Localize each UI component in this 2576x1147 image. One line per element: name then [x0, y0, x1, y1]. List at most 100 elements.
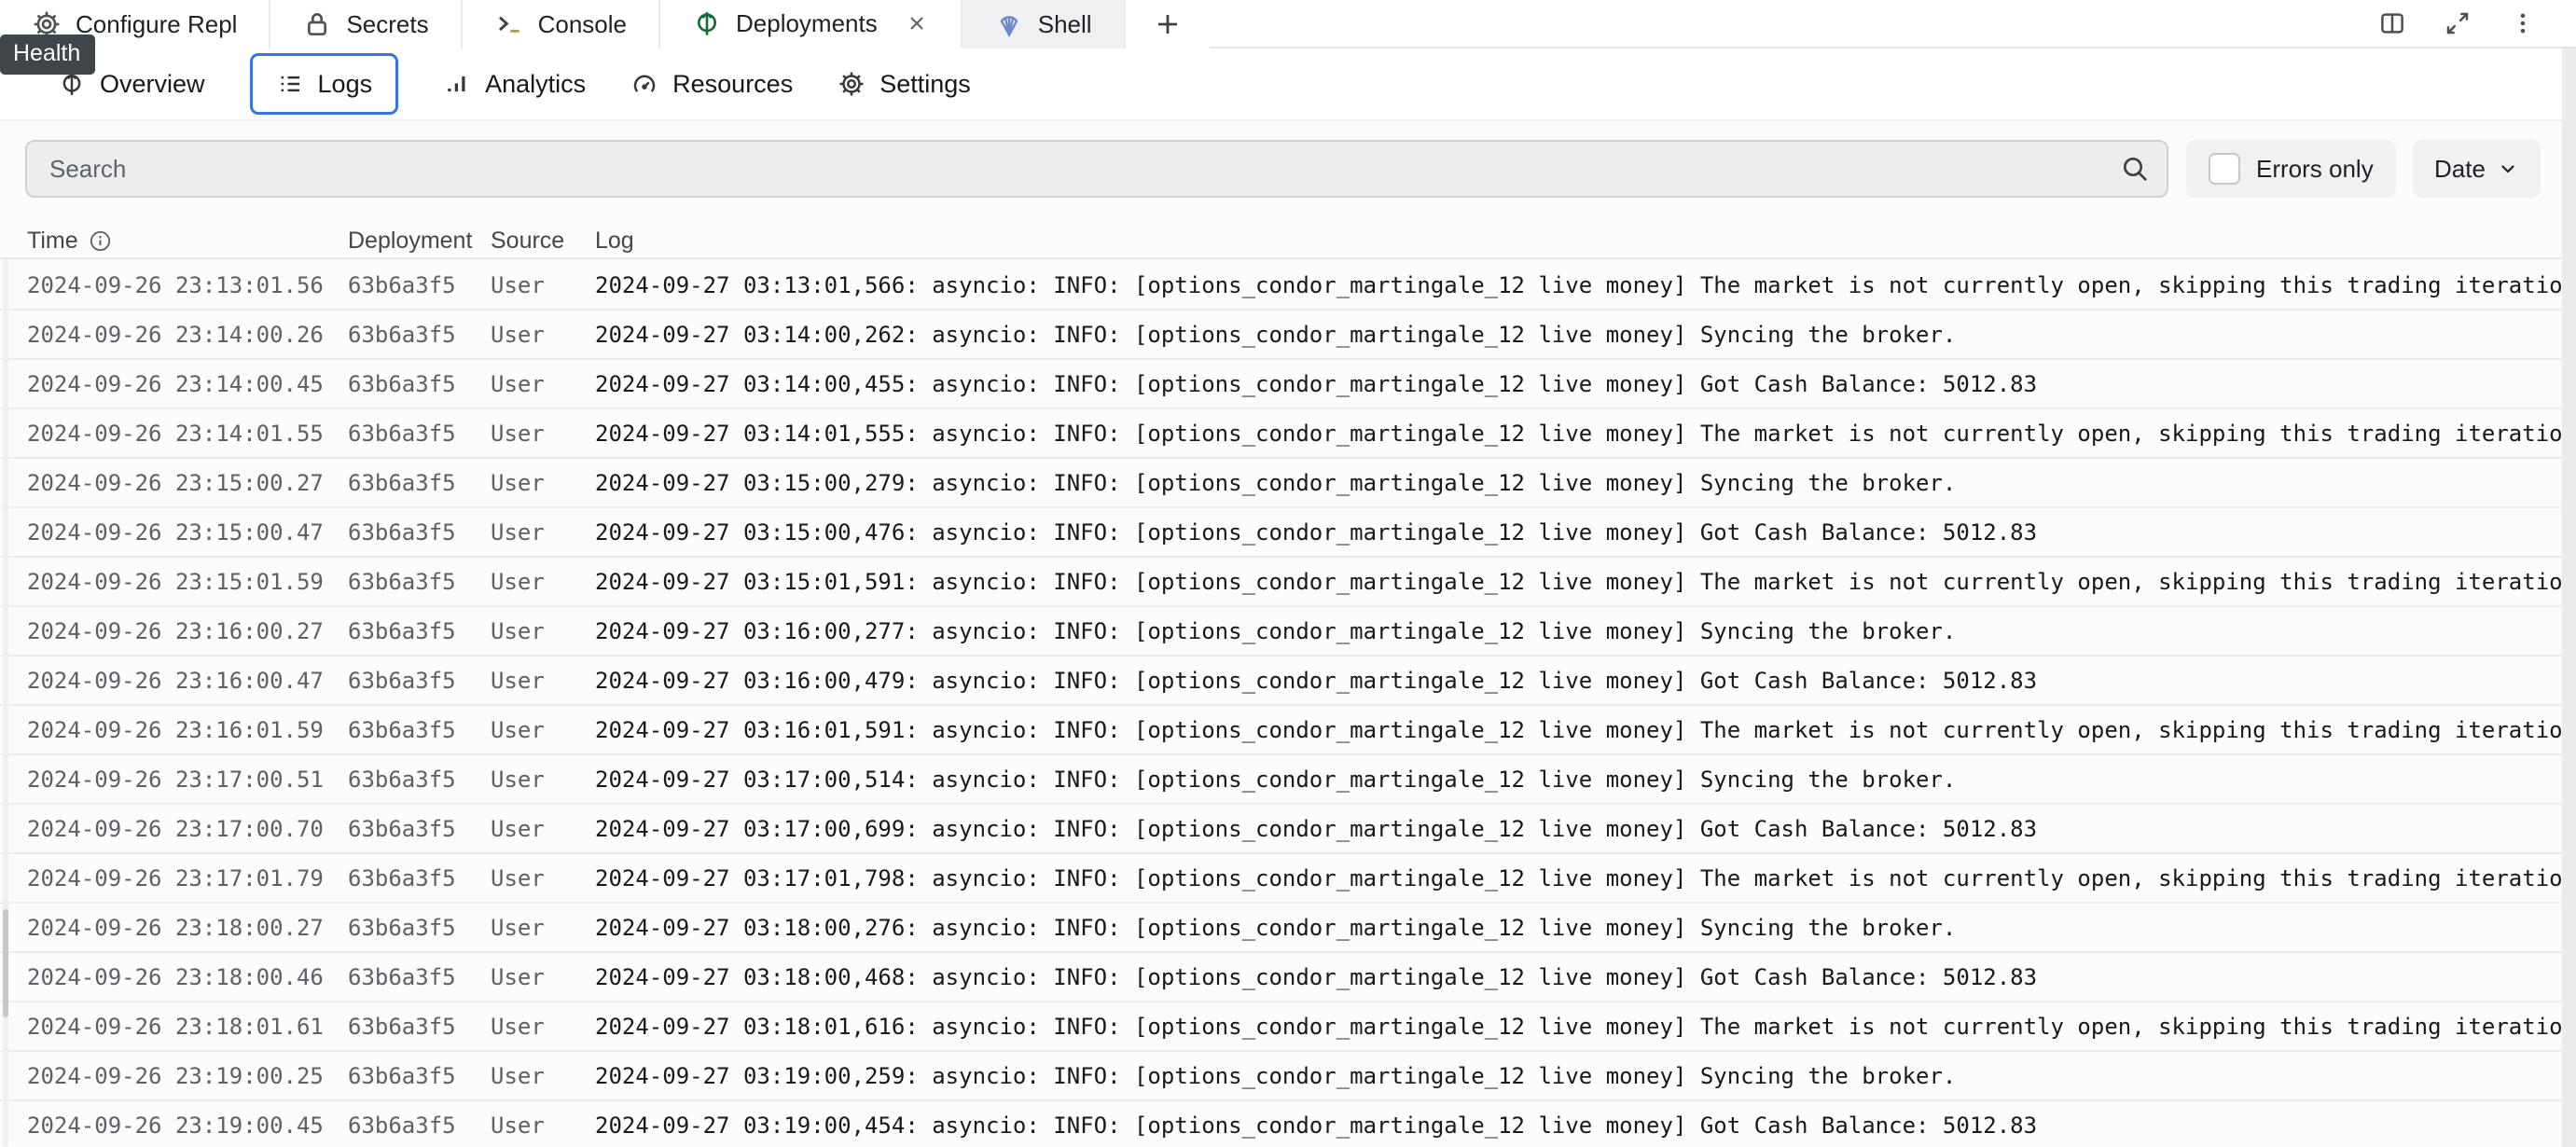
left-scrollbar-thumb[interactable]	[3, 909, 8, 1017]
log-message: 2024-09-27 03:17:00,514: asyncio: INFO: …	[595, 766, 1957, 793]
table-row[interactable]: 2024-09-26 23:18:01.61 63b6a3f5 User 202…	[0, 1002, 2576, 1052]
tab-bar-spacer	[1210, 0, 2339, 47]
table-row[interactable]: 2024-09-26 23:17:00.70 63b6a3f5 User 202…	[0, 805, 2576, 854]
expand-icon[interactable]	[2444, 9, 2472, 37]
nav-label: Resources	[672, 69, 794, 98]
log-source: User	[491, 321, 545, 348]
log-source: User	[491, 716, 545, 743]
log-source: User	[491, 617, 545, 644]
log-source: User	[491, 864, 545, 891]
log-source: User	[491, 1062, 545, 1089]
tab-shell[interactable]: Shell	[962, 0, 1126, 48]
errors-only-filter[interactable]: Errors only	[2186, 140, 2396, 198]
log-time: 2024-09-26 23:19:00.25	[27, 1062, 324, 1089]
log-deployment: 63b6a3f5	[348, 568, 456, 595]
workspace-tab-bar: Configure Repl Secrets Console Deploymen…	[0, 0, 2576, 48]
nav-label: Analytics	[485, 69, 587, 98]
info-icon[interactable]	[89, 229, 112, 253]
log-source: User	[491, 914, 545, 941]
date-filter-label: Date	[2434, 154, 2486, 183]
log-deployment: 63b6a3f5	[348, 321, 456, 348]
log-deployment: 63b6a3f5	[348, 469, 456, 496]
table-row[interactable]: 2024-09-26 23:15:00.27 63b6a3f5 User 202…	[0, 459, 2576, 508]
log-source: User	[491, 667, 545, 694]
log-deployment: 63b6a3f5	[348, 864, 456, 891]
settings-gear-icon	[838, 70, 866, 98]
errors-only-checkbox[interactable]	[2209, 153, 2240, 185]
tab-secrets[interactable]: Secrets	[270, 0, 463, 48]
log-source: User	[491, 370, 545, 397]
log-deployment: 63b6a3f5	[348, 1062, 456, 1089]
log-source: User	[491, 469, 545, 496]
nav-tab-logs[interactable]: Logs	[249, 53, 399, 115]
more-options-icon[interactable]	[2509, 9, 2537, 37]
log-message: 2024-09-27 03:16:00,277: asyncio: INFO: …	[595, 617, 1957, 644]
bar-chart-icon	[443, 70, 471, 98]
log-deployment: 63b6a3f5	[348, 370, 456, 397]
log-source: User	[491, 963, 545, 990]
log-time: 2024-09-26 23:17:00.70	[27, 815, 324, 842]
log-message: 2024-09-27 03:16:00,479: asyncio: INFO: …	[595, 667, 2038, 694]
table-row[interactable]: 2024-09-26 23:18:00.46 63b6a3f5 User 202…	[0, 953, 2576, 1002]
tab-console[interactable]: Console	[462, 0, 660, 48]
log-deployment: 63b6a3f5	[348, 1112, 456, 1139]
errors-only-label: Errors only	[2256, 154, 2374, 183]
nav-label: Logs	[317, 69, 373, 98]
table-row[interactable]: 2024-09-26 23:17:00.51 63b6a3f5 User 202…	[0, 755, 2576, 805]
tab-deployments[interactable]: Deployments	[660, 0, 963, 48]
table-row[interactable]: 2024-09-26 23:15:01.59 63b6a3f5 User 202…	[0, 558, 2576, 607]
log-time: 2024-09-26 23:16:00.27	[27, 617, 324, 644]
deployments-icon	[692, 8, 722, 38]
log-source: User	[491, 1013, 545, 1040]
gauge-icon	[630, 70, 658, 98]
table-row[interactable]: 2024-09-26 23:19:00.25 63b6a3f5 User 202…	[0, 1052, 2576, 1101]
log-deployment: 63b6a3f5	[348, 271, 456, 298]
column-header-log: Log	[595, 227, 634, 254]
search-bar	[25, 140, 2168, 198]
logs-list-icon	[276, 70, 304, 98]
table-row[interactable]: 2024-09-26 23:17:01.79 63b6a3f5 User 202…	[0, 854, 2576, 904]
log-time: 2024-09-26 23:15:00.27	[27, 469, 324, 496]
table-row[interactable]: 2024-09-26 23:14:01.55 63b6a3f5 User 202…	[0, 409, 2576, 459]
close-icon[interactable]	[905, 11, 929, 35]
nav-tab-analytics[interactable]: Analytics	[443, 70, 586, 99]
table-row[interactable]: 2024-09-26 23:16:00.47 63b6a3f5 User 202…	[0, 656, 2576, 706]
search-input[interactable]	[25, 140, 2168, 198]
new-tab-button[interactable]	[1125, 0, 1210, 48]
table-row[interactable]: 2024-09-26 23:15:00.47 63b6a3f5 User 202…	[0, 508, 2576, 558]
log-time: 2024-09-26 23:18:01.61	[27, 1013, 324, 1040]
log-source: User	[491, 420, 545, 447]
plus-icon	[1154, 10, 1182, 38]
log-table-header: Time Deployment Source Log	[0, 224, 2576, 259]
log-time: 2024-09-26 23:14:00.26	[27, 321, 324, 348]
tab-label: Configure Repl	[76, 9, 238, 38]
log-deployment: 63b6a3f5	[348, 667, 456, 694]
nav-tab-settings[interactable]: Settings	[838, 70, 971, 99]
log-deployment: 63b6a3f5	[348, 518, 456, 546]
tab-label: Secrets	[346, 9, 429, 38]
nav-tab-resources[interactable]: Resources	[630, 70, 793, 99]
table-row[interactable]: 2024-09-26 23:14:00.45 63b6a3f5 User 202…	[0, 360, 2576, 409]
table-row[interactable]: 2024-09-26 23:14:00.26 63b6a3f5 User 202…	[0, 311, 2576, 360]
log-message: 2024-09-27 03:14:00,262: asyncio: INFO: …	[595, 321, 1957, 348]
log-message: 2024-09-27 03:17:00,699: asyncio: INFO: …	[595, 815, 2038, 842]
table-row[interactable]: 2024-09-26 23:13:01.56 63b6a3f5 User 202…	[0, 261, 2576, 311]
log-message: 2024-09-27 03:14:01,555: asyncio: INFO: …	[595, 420, 2563, 447]
log-message: 2024-09-27 03:19:00,454: asyncio: INFO: …	[595, 1112, 2038, 1139]
health-tooltip: Health	[0, 35, 96, 75]
lock-icon	[302, 9, 332, 39]
split-view-icon[interactable]	[2378, 9, 2406, 37]
log-source: User	[491, 518, 545, 546]
log-deployment: 63b6a3f5	[348, 1013, 456, 1040]
log-message: 2024-09-27 03:14:00,455: asyncio: INFO: …	[595, 370, 2038, 397]
table-row[interactable]: 2024-09-26 23:16:01.59 63b6a3f5 User 202…	[0, 706, 2576, 755]
log-message: 2024-09-27 03:15:00,476: asyncio: INFO: …	[595, 518, 2038, 546]
table-row[interactable]: 2024-09-26 23:18:00.27 63b6a3f5 User 202…	[0, 904, 2576, 953]
vertical-scrollbar-track[interactable]	[2562, 48, 2576, 1147]
table-row[interactable]: 2024-09-26 23:19:00.45 63b6a3f5 User 202…	[0, 1101, 2576, 1147]
log-source: User	[491, 766, 545, 793]
log-message: 2024-09-27 03:18:00,276: asyncio: INFO: …	[595, 914, 1957, 941]
date-filter-dropdown[interactable]: Date	[2413, 140, 2541, 198]
search-icon[interactable]	[2120, 154, 2150, 184]
table-row[interactable]: 2024-09-26 23:16:00.27 63b6a3f5 User 202…	[0, 607, 2576, 656]
